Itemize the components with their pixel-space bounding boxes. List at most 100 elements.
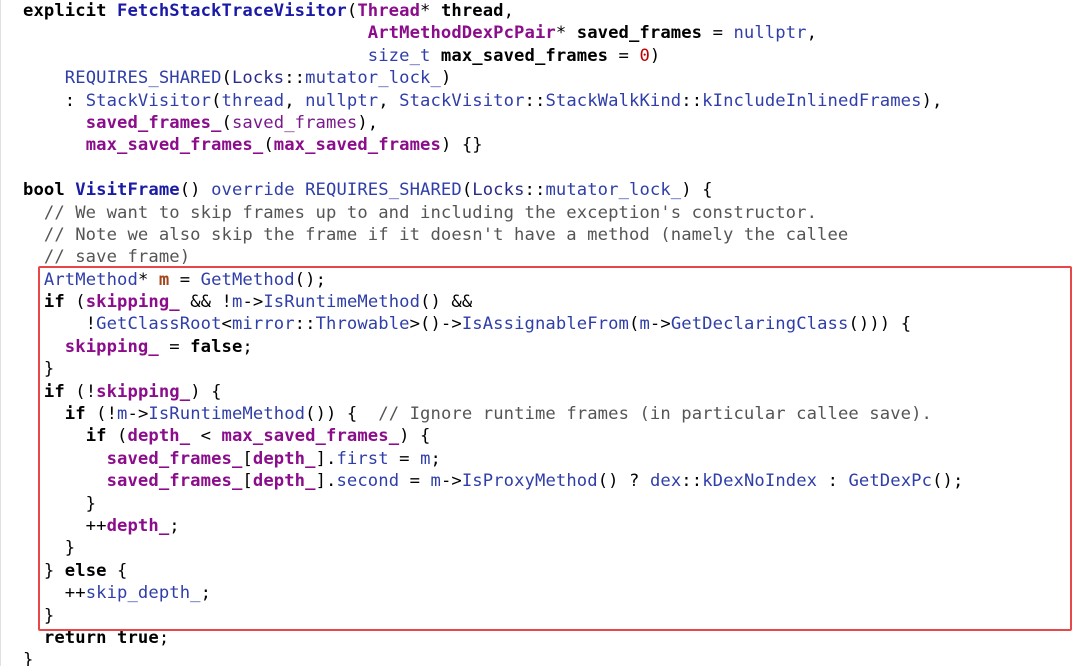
code-token: ;: [200, 583, 212, 604]
code-line: }: [23, 605, 963, 627]
code-token: ): [440, 68, 452, 89]
code-line: }: [23, 537, 963, 559]
code-token: return true: [43, 627, 159, 648]
code-token: IsAssignableFrom: [461, 314, 630, 335]
code-token: [: [242, 448, 253, 469]
code-token: m: [420, 448, 431, 469]
code-token: ].: [315, 448, 337, 469]
code-token: // save frame): [23, 247, 191, 268]
code-token: StackVisitor: [399, 90, 525, 111]
code-token: IsRuntimeMethod: [263, 292, 421, 313]
code-line: }: [23, 358, 963, 380]
code-token: first: [336, 448, 389, 469]
code-token: (: [64, 292, 86, 313]
code-token: GetDexPc: [848, 471, 933, 492]
code-token: () ?: [597, 471, 650, 492]
code-token: ();: [932, 471, 964, 492]
code-token: (: [221, 68, 232, 89]
code-token: ::: [284, 68, 306, 89]
code-token: ;: [430, 448, 441, 469]
code-line: saved_frames_[depth_].second = m->IsProx…: [23, 470, 964, 492]
code-token: ()) {: [305, 404, 379, 425]
code-token: false: [190, 336, 243, 357]
code-token: ) {: [399, 426, 431, 447]
code-token: mirror: [231, 314, 295, 335]
code-token: REQUIRES_SHARED: [64, 68, 222, 89]
code-token: max_saved_frames_: [221, 426, 400, 447]
code-token: if: [43, 292, 65, 313]
code-token: ;: [158, 627, 170, 648]
code-token: saved_frames_: [85, 112, 222, 133]
code-token: Thread: [357, 1, 421, 21]
code-line: // We want to skip frames up to and incl…: [23, 202, 963, 224]
code-token: m: [232, 292, 243, 313]
code-token: thread: [440, 1, 504, 21]
code-token: max_saved_frames_: [85, 135, 264, 156]
code-token: }: [23, 493, 97, 514]
code-token: ())) {: [848, 314, 912, 335]
code-line: ++depth_;: [23, 515, 963, 537]
code-token: ) {: [190, 381, 222, 402]
code-line: !GetClassRoot<mirror::Throwable>()->IsAs…: [23, 313, 963, 335]
code-line: ArtMethodDexPcPair* saved_frames = nullp…: [23, 22, 963, 44]
code-token: (: [263, 135, 274, 156]
code-token: IsRuntimeMethod: [148, 404, 306, 425]
code-token: if: [85, 426, 107, 447]
code-token: m: [117, 404, 128, 425]
code-token: }: [23, 650, 34, 666]
code-token: (: [221, 112, 232, 133]
code-token: ArtMethod: [43, 269, 138, 290]
code-line: REQUIRES_SHARED(Locks::mutator_lock_): [23, 67, 963, 89]
code-token: ::: [524, 90, 546, 111]
code-token: second: [336, 471, 400, 492]
code-token: }: [23, 538, 76, 559]
code-token: ,: [378, 90, 400, 111]
code-token: ->: [127, 404, 149, 425]
code-token: dex: [649, 471, 682, 492]
code-token: !: [23, 314, 97, 335]
code-token: =: [399, 471, 431, 492]
code-token: (: [106, 426, 128, 447]
code-token: ,: [284, 90, 306, 111]
code-line: if (!skipping_) {: [23, 381, 963, 403]
code-line: saved_frames_[depth_].first = m;: [23, 448, 963, 470]
code-token: REQUIRES_SHARED: [305, 180, 462, 201]
code-token: max_saved_frames: [440, 45, 609, 66]
code-token: ;: [242, 336, 253, 357]
code-line: ++skip_depth_;: [23, 582, 963, 604]
code-token: explicit: [23, 1, 118, 21]
code-token: depth_: [252, 471, 316, 492]
code-token: m: [158, 269, 170, 290]
code-token: GetClassRoot: [96, 314, 222, 335]
code-token: (!: [64, 381, 97, 402]
code-token: (!: [85, 404, 118, 425]
code-token: // Note we also skip the frame if it doe…: [23, 224, 849, 245]
code-token: Locks: [472, 180, 525, 201]
code-line: if (depth_ < max_saved_frames_) {: [23, 425, 963, 447]
code-token: (: [461, 180, 473, 201]
code-token: ) {}: [440, 135, 483, 156]
code-line: }: [23, 493, 963, 515]
code-token: thread: [221, 90, 285, 111]
code-token: =: [388, 448, 421, 469]
code-token: ::: [294, 314, 316, 335]
code-token: skipping_: [96, 381, 191, 402]
code-token: mutator_lock_: [545, 180, 682, 201]
code-token: size_t: [367, 45, 441, 66]
code-token: VisitFrame: [75, 180, 180, 201]
code-token: ) {: [681, 180, 713, 201]
code-token: (: [346, 1, 358, 21]
code-token: ++: [23, 515, 107, 536]
code-line: skipping_ = false;: [23, 336, 963, 358]
code-token: ),: [921, 90, 943, 111]
code-token: ->: [440, 471, 462, 492]
code-editor-view[interactable]: explicit FetchStackTraceVisitor(Thread* …: [0, 0, 1080, 666]
code-token: =: [608, 45, 640, 66]
code-token: *: [555, 23, 577, 44]
code-line: saved_frames_(saved_frames),: [23, 112, 963, 134]
code-token: <: [221, 314, 232, 335]
